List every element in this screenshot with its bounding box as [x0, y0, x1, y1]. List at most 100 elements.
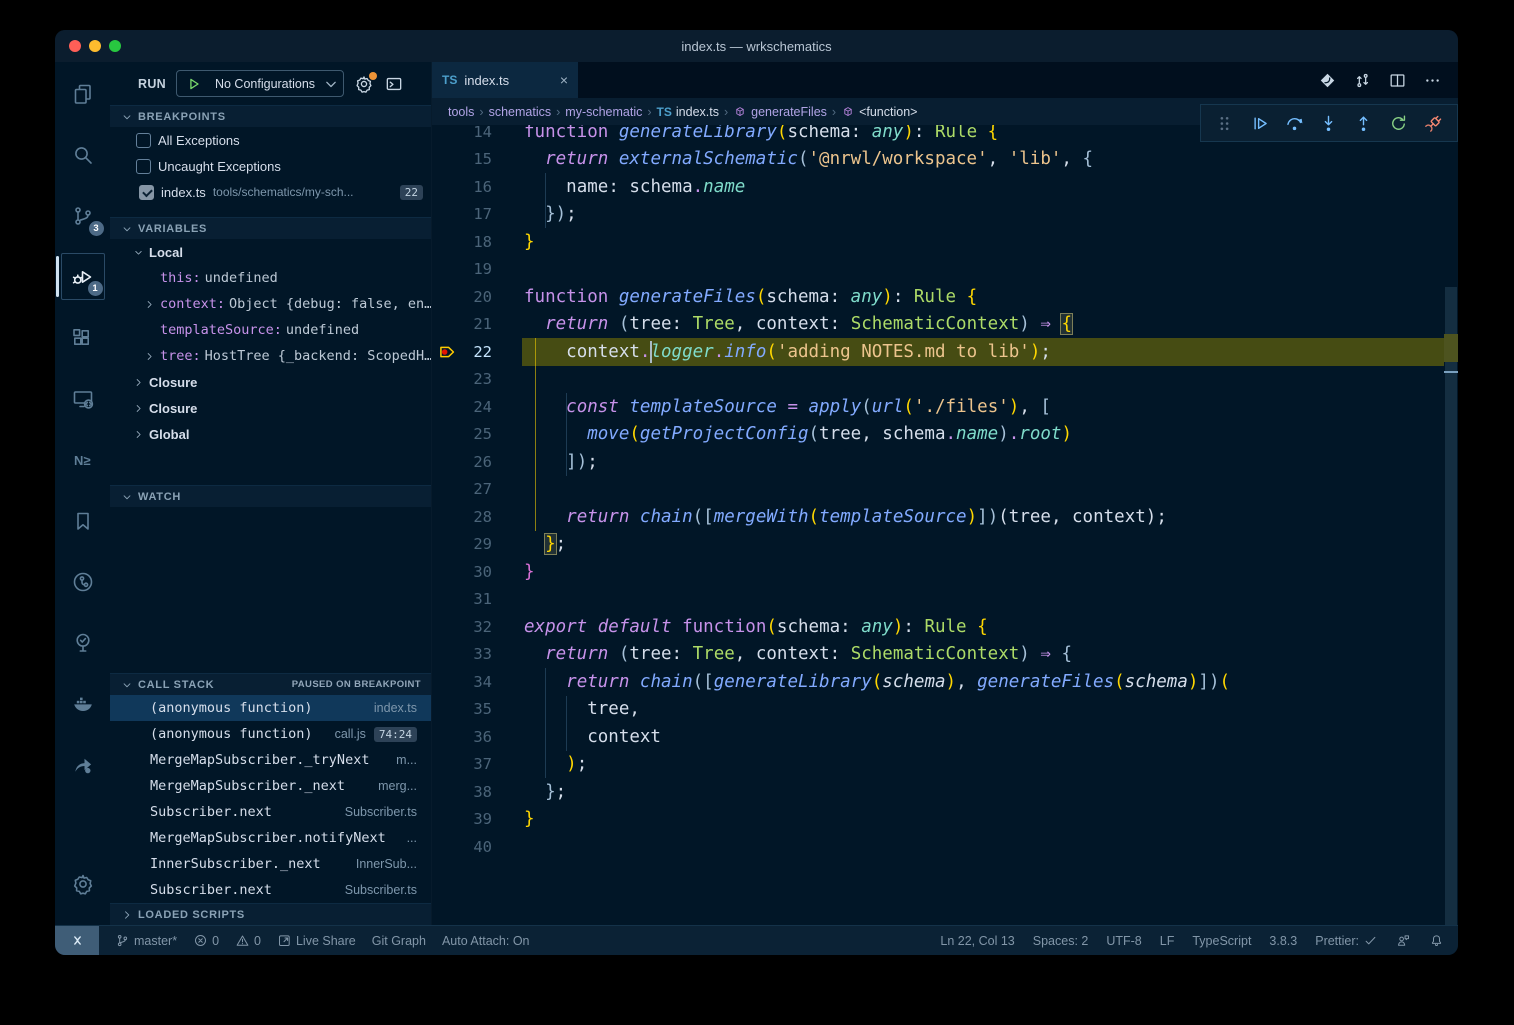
- breakpoint-row[interactable]: index.tstools/schematics/my-sch...22: [110, 179, 431, 205]
- tab-index-ts[interactable]: TS index.ts ×: [432, 62, 578, 98]
- code-line-32[interactable]: 32export default function(schema: any): …: [432, 613, 1444, 641]
- breadcrumb-item-generatefiles[interactable]: generateFiles: [733, 105, 827, 119]
- status-item-ts-version[interactable]: 3.8.3: [1269, 934, 1297, 948]
- breakpoint-checkbox[interactable]: [136, 159, 151, 174]
- editor-action-switch-editor[interactable]: [1353, 71, 1372, 90]
- code-line-17[interactable]: 17 });: [432, 201, 1444, 229]
- configure-gear-icon[interactable]: [354, 74, 374, 94]
- debug-restart-button[interactable]: [1388, 113, 1409, 134]
- breadcrumb-item-schematics[interactable]: schematics: [489, 105, 552, 119]
- status-item-indentation[interactable]: Spaces: 2: [1033, 934, 1089, 948]
- activity-item-source-control[interactable]: 3: [61, 192, 105, 239]
- call-stack-frame[interactable]: (anonymous function)call.js74:24: [110, 721, 431, 747]
- breadcrumb-item--function-[interactable]: <function>: [841, 105, 917, 119]
- code-line-37[interactable]: 37 );: [432, 751, 1444, 779]
- activity-item-timeline[interactable]: [61, 558, 105, 605]
- code-line-40[interactable]: 40: [432, 833, 1444, 861]
- code-line-20[interactable]: 20function generateFiles(schema: any): R…: [432, 283, 1444, 311]
- code-line-35[interactable]: 35 tree,: [432, 696, 1444, 724]
- launch-config-dropdown[interactable]: No Configurations: [176, 70, 344, 97]
- status-item-prettier[interactable]: Prettier:: [1315, 933, 1378, 948]
- call-stack-frame[interactable]: Subscriber.nextSubscriber.ts: [110, 877, 431, 903]
- remote-indicator[interactable]: [55, 926, 99, 955]
- debug-continue-button[interactable]: [1249, 113, 1270, 134]
- debug-step-out-button[interactable]: [1353, 113, 1374, 134]
- debug-console-icon[interactable]: [384, 74, 404, 94]
- status-item-errors[interactable]: 0: [193, 933, 219, 948]
- activity-item-run-debug[interactable]: 1: [61, 253, 105, 300]
- call-stack-frame[interactable]: MergeMapSubscriber.notifyNext...: [110, 825, 431, 851]
- activity-item-explorer[interactable]: [61, 70, 105, 117]
- status-item-notifications[interactable]: [1429, 933, 1444, 948]
- code-line-19[interactable]: 19: [432, 256, 1444, 284]
- breakpoint-checkbox[interactable]: [139, 185, 154, 200]
- debug-step-over-button[interactable]: [1284, 113, 1305, 134]
- code-line-23[interactable]: 23: [432, 366, 1444, 394]
- code-line-38[interactable]: 38 };: [432, 778, 1444, 806]
- code-line-21[interactable]: 21 return (tree: Tree, context: Schemati…: [432, 311, 1444, 339]
- editor-action-split-editor[interactable]: [1388, 71, 1407, 90]
- code-line-39[interactable]: 39}: [432, 806, 1444, 834]
- call-stack-frame[interactable]: MergeMapSubscriber._nextmerg...: [110, 773, 431, 799]
- editor-action-open-changes[interactable]: [1318, 71, 1337, 90]
- code-viewport[interactable]: 14function generateLibrary(schema: any):…: [432, 125, 1444, 925]
- activity-item-bookmarks[interactable]: [61, 497, 105, 544]
- code-line-18[interactable]: 18}: [432, 228, 1444, 256]
- variable-row-templateSource[interactable]: templateSource: undefined: [110, 317, 431, 343]
- section-header-variables[interactable]: VARIABLES: [110, 217, 431, 239]
- code-line-28[interactable]: 28 return chain([mergeWith(templateSourc…: [432, 503, 1444, 531]
- status-item-eol[interactable]: LF: [1160, 934, 1175, 948]
- settings-gear-button[interactable]: [61, 860, 105, 907]
- activity-item-extensions[interactable]: [61, 314, 105, 361]
- debug-disconnect-button[interactable]: [1423, 113, 1444, 134]
- call-stack-frame[interactable]: Subscriber.nextSubscriber.ts: [110, 799, 431, 825]
- debug-drag-handle-button[interactable]: [1214, 113, 1235, 134]
- code-line-15[interactable]: 15 return externalSchematic('@nrwl/works…: [432, 146, 1444, 174]
- code-line-25[interactable]: 25 move(getProjectConfig(tree, schema.na…: [432, 421, 1444, 449]
- activity-item-search[interactable]: [61, 131, 105, 178]
- call-stack-frame[interactable]: InnerSubscriber._nextInnerSub...: [110, 851, 431, 877]
- code-line-16[interactable]: 16 name: schema.name: [432, 173, 1444, 201]
- current-breakpoint-arrow-icon[interactable]: [438, 342, 458, 362]
- code-line-26[interactable]: 26 ]);: [432, 448, 1444, 476]
- code-line-30[interactable]: 30}: [432, 558, 1444, 586]
- activity-item-docker[interactable]: [61, 680, 105, 727]
- variable-scope-closure[interactable]: Closure: [110, 369, 431, 395]
- call-stack-frame[interactable]: (anonymous function)index.ts: [110, 695, 431, 721]
- titlebar[interactable]: index.ts — wrkschematics: [55, 30, 1458, 62]
- editor-scrollbar[interactable]: [1444, 125, 1458, 925]
- status-item-warnings[interactable]: 0: [235, 933, 261, 948]
- call-stack-frame[interactable]: MergeMapSubscriber._tryNextm...: [110, 747, 431, 773]
- activity-item-nx-console[interactable]: N≥: [61, 436, 105, 483]
- activity-item-remote-explorer[interactable]: [61, 375, 105, 422]
- code-line-34[interactable]: 34 return chain([generateLibrary(schema)…: [432, 668, 1444, 696]
- breakpoint-row[interactable]: Uncaught Exceptions: [110, 153, 431, 179]
- status-item-feedback[interactable]: [1396, 933, 1411, 948]
- variable-row-context[interactable]: context: Object {debug: false, en…: [110, 291, 431, 317]
- status-item-cursor-position[interactable]: Ln 22, Col 13: [940, 934, 1014, 948]
- status-item-language[interactable]: TypeScript: [1192, 934, 1251, 948]
- code-line-33[interactable]: 33 return (tree: Tree, context: Schemati…: [432, 641, 1444, 669]
- code-line-27[interactable]: 27: [432, 476, 1444, 504]
- section-header-loaded-scripts[interactable]: LOADED SCRIPTS: [110, 903, 431, 925]
- variable-row-this[interactable]: this: undefined: [110, 265, 431, 291]
- breadcrumb-item-my-schematic[interactable]: my-schematic: [565, 105, 642, 119]
- section-header-watch[interactable]: WATCH: [110, 485, 431, 507]
- code-line-29[interactable]: 29 };: [432, 531, 1444, 559]
- status-item-auto-attach[interactable]: Auto Attach: On: [442, 934, 530, 948]
- code-line-24[interactable]: 24 const templateSource = apply(url('./f…: [432, 393, 1444, 421]
- variable-scope-closure[interactable]: Closure: [110, 395, 431, 421]
- debug-step-into-button[interactable]: [1318, 113, 1339, 134]
- breakpoint-row[interactable]: All Exceptions: [110, 127, 431, 153]
- status-item-live-share[interactable]: Live Share: [277, 933, 356, 948]
- variable-row-tree[interactable]: tree: HostTree {_backend: ScopedH…: [110, 343, 431, 369]
- section-header-breakpoints[interactable]: BREAKPOINTS: [110, 105, 431, 127]
- code-line-22[interactable]: 22 context.logger.info('adding NOTES.md …: [432, 338, 1444, 366]
- status-item-encoding[interactable]: UTF-8: [1106, 934, 1141, 948]
- scrollbar-slider[interactable]: [1445, 287, 1457, 925]
- close-tab-icon[interactable]: ×: [560, 72, 568, 88]
- variable-scope-local[interactable]: Local: [110, 239, 431, 265]
- editor-action-more-actions[interactable]: [1423, 71, 1442, 90]
- start-debug-icon[interactable]: [183, 74, 203, 94]
- status-item-git-graph[interactable]: Git Graph: [372, 934, 426, 948]
